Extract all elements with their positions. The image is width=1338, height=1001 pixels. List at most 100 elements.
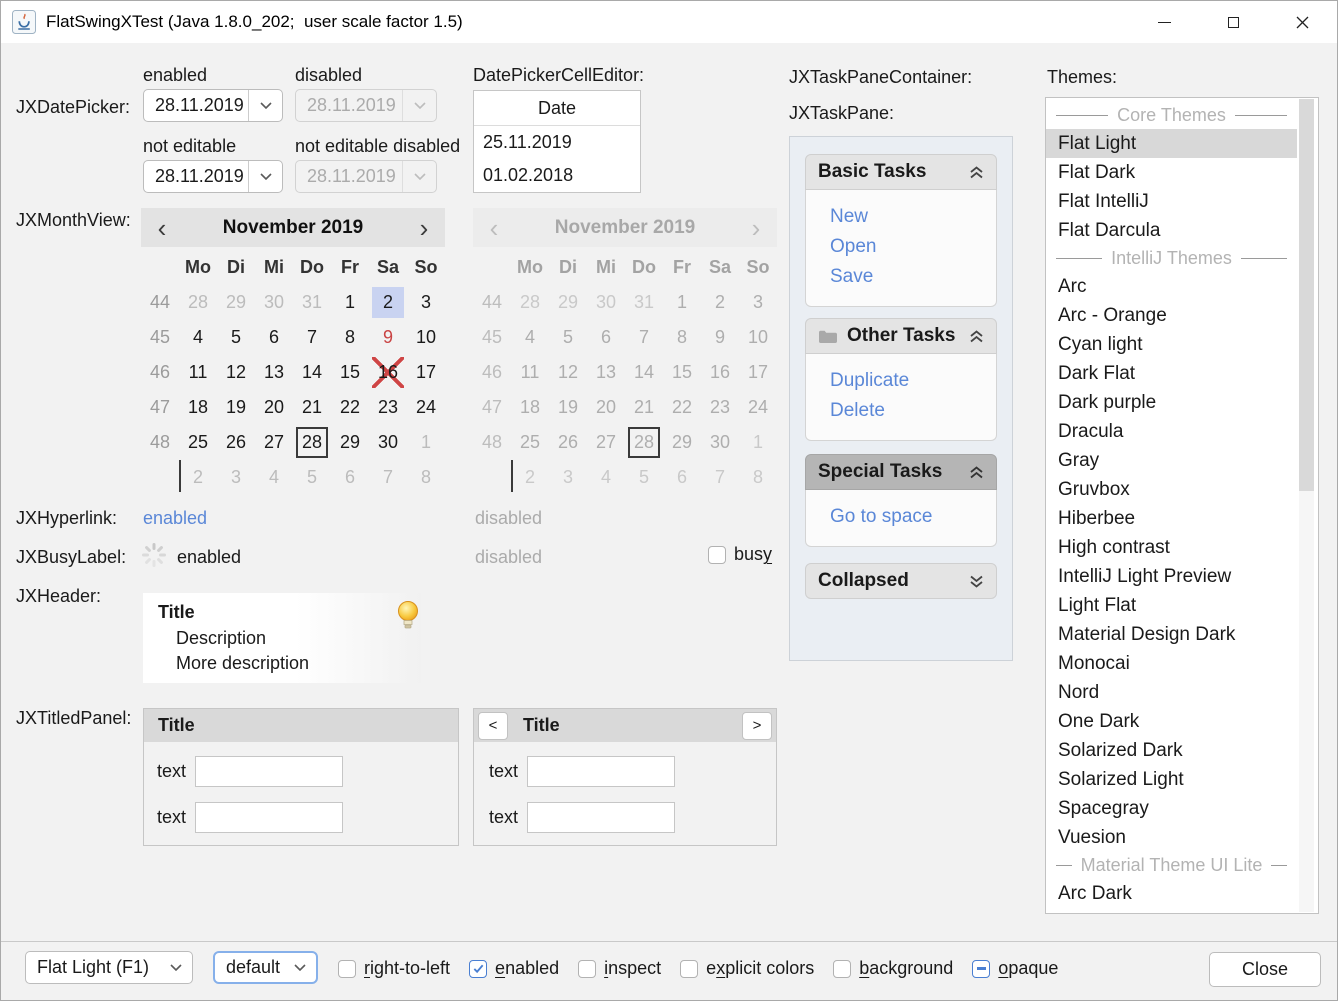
chevron-down-icon[interactable] — [249, 90, 282, 121]
theme-list-item[interactable]: Arc - Orange — [1046, 301, 1297, 330]
checkbox-inspect-box[interactable] — [578, 960, 596, 978]
close-button[interactable]: Close — [1209, 952, 1321, 987]
text-field[interactable] — [195, 802, 343, 833]
checkbox-busy-box[interactable] — [708, 546, 726, 564]
day-cell[interactable]: 24 — [410, 392, 442, 423]
prev-button[interactable]: < — [478, 712, 508, 740]
day-cell[interactable]: 8 — [410, 462, 442, 493]
theme-list-item[interactable]: Flat IntelliJ — [1046, 187, 1297, 216]
day-cell[interactable]: 18 — [182, 392, 214, 423]
day-cell[interactable]: 7 — [296, 322, 328, 353]
theme-list-item[interactable]: Dark Flat — [1046, 359, 1297, 388]
taskpane-header[interactable]: Special Tasks — [805, 454, 997, 490]
day-cell[interactable]: 5 — [296, 462, 328, 493]
theme-list-item[interactable]: Arc — [1046, 272, 1297, 301]
close-window-button[interactable] — [1268, 1, 1337, 43]
checkbox-background-box[interactable] — [833, 960, 851, 978]
theme-combobox[interactable]: Flat Light (F1) — [25, 951, 193, 984]
task-link[interactable]: Open — [830, 236, 996, 258]
day-cell[interactable]: 26 — [220, 427, 252, 458]
day-cell[interactable]: 14 — [296, 357, 328, 388]
day-cell[interactable]: 2 — [372, 287, 404, 318]
day-cell[interactable]: 6 — [258, 322, 290, 353]
task-link[interactable]: Save — [830, 266, 996, 288]
theme-list-item[interactable]: Solarized Dark — [1046, 736, 1297, 765]
theme-list-item[interactable]: Flat Darcula — [1046, 216, 1297, 245]
theme-list-item[interactable]: Dracula — [1046, 417, 1297, 446]
day-cell[interactable]: 15 — [334, 357, 366, 388]
table-row[interactable]: 01.02.2018 — [474, 159, 640, 192]
next-month-icon[interactable]: › — [403, 210, 445, 246]
taskpane-header[interactable]: Other Tasks — [805, 318, 997, 354]
theme-list-item[interactable]: Gruvbox — [1046, 475, 1297, 504]
checkbox-opaque[interactable]: opaque — [972, 958, 1058, 979]
day-cell[interactable]: 12 — [220, 357, 252, 388]
day-cell[interactable]: 20 — [258, 392, 290, 423]
theme-list-item[interactable]: Dark purple — [1046, 388, 1297, 417]
theme-list-item[interactable]: Light Flat — [1046, 591, 1297, 620]
day-cell[interactable]: 31 — [296, 287, 328, 318]
theme-list-item[interactable]: Spacegray — [1046, 794, 1297, 823]
text-field[interactable] — [195, 756, 343, 787]
titlebar[interactable]: FlatSwingXTest (Java 1.8.0_202; user sca… — [1, 1, 1337, 43]
checkbox-inspect[interactable]: inspect — [578, 958, 661, 979]
minimize-button[interactable] — [1130, 1, 1199, 43]
task-link[interactable]: New — [830, 206, 996, 228]
maximize-button[interactable] — [1199, 1, 1268, 43]
day-cell[interactable]: 25 — [182, 427, 214, 458]
theme-list-item[interactable]: Cyan light — [1046, 330, 1297, 359]
theme-list-item[interactable]: High contrast — [1046, 533, 1297, 562]
day-cell[interactable]: 27 — [258, 427, 290, 458]
day-cell[interactable]: 1 — [334, 287, 366, 318]
taskpane-header[interactable]: Basic Tasks — [805, 154, 997, 190]
theme-list-item[interactable]: Vuesion — [1046, 823, 1297, 852]
task-link[interactable]: Go to space — [830, 506, 996, 528]
day-cell[interactable]: 9 — [372, 322, 404, 353]
chevron-down-icon[interactable] — [283, 953, 316, 982]
day-cell[interactable]: 7 — [372, 462, 404, 493]
text-field[interactable] — [527, 756, 675, 787]
checkbox-enabled-box[interactable] — [469, 960, 487, 978]
day-cell[interactable]: 30 — [258, 287, 290, 318]
day-cell[interactable]: 17 — [410, 357, 442, 388]
checkbox-explicit-colors[interactable]: explicit colors — [680, 958, 814, 979]
theme-list-item[interactable]: Monocai — [1046, 649, 1297, 678]
theme-list-item[interactable]: Arc Dark Contrast — [1046, 908, 1297, 914]
theme-list-item[interactable]: Material Design Dark — [1046, 620, 1297, 649]
checkbox-right-to-left[interactable]: right-to-left — [338, 958, 450, 979]
text-field[interactable] — [527, 802, 675, 833]
day-cell[interactable]: 28 — [296, 427, 328, 458]
day-cell[interactable]: 2 — [182, 462, 214, 493]
day-cell[interactable]: 4 — [258, 462, 290, 493]
checkbox-opaque-box[interactable] — [972, 960, 990, 978]
theme-list-item[interactable]: Flat Light — [1046, 129, 1297, 158]
day-cell[interactable]: 1 — [410, 427, 442, 458]
checkbox-busy[interactable]: busy — [708, 544, 772, 565]
day-cell[interactable]: 4 — [182, 322, 214, 353]
day-cell[interactable]: 29 — [220, 287, 252, 318]
chevron-down-icon[interactable] — [159, 952, 192, 983]
chevron-down-icon[interactable] — [249, 161, 282, 192]
checkbox-explicit-colors-box[interactable] — [680, 960, 698, 978]
day-cell[interactable]: 3 — [220, 462, 252, 493]
day-cell[interactable]: 22 — [334, 392, 366, 423]
day-cell[interactable]: 13 — [258, 357, 290, 388]
datepicker-not-editable[interactable]: 28.11.2019 — [143, 160, 283, 193]
theme-list-item[interactable]: Flat Dark — [1046, 158, 1297, 187]
prev-month-icon[interactable]: ‹ — [141, 210, 183, 246]
day-cell[interactable]: 8 — [334, 322, 366, 353]
theme-list-item[interactable]: Solarized Light — [1046, 765, 1297, 794]
checkbox-background[interactable]: background — [833, 958, 953, 979]
theme-list-item[interactable]: Arc Dark — [1046, 879, 1297, 908]
day-cell[interactable]: 28 — [182, 287, 214, 318]
day-cell[interactable]: 29 — [334, 427, 366, 458]
theme-list-item[interactable]: IntelliJ Light Preview — [1046, 562, 1297, 591]
day-cell[interactable]: 21 — [296, 392, 328, 423]
checkbox-right-to-left-box[interactable] — [338, 960, 356, 978]
day-cell[interactable]: 10 — [410, 322, 442, 353]
lookandfeel-combobox[interactable]: default — [213, 951, 318, 984]
taskpane-header[interactable]: Collapsed — [805, 563, 997, 599]
theme-list-item[interactable]: Gray — [1046, 446, 1297, 475]
table-row[interactable]: 25.11.2019 — [474, 126, 640, 159]
day-cell[interactable]: 23 — [372, 392, 404, 423]
